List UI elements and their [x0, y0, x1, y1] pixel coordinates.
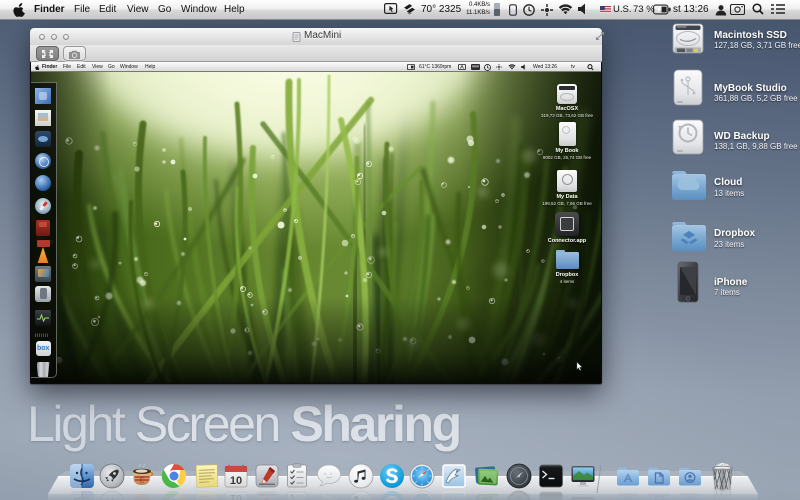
svg-text:É: É — [140, 477, 145, 485]
svg-text:10: 10 — [230, 475, 242, 487]
